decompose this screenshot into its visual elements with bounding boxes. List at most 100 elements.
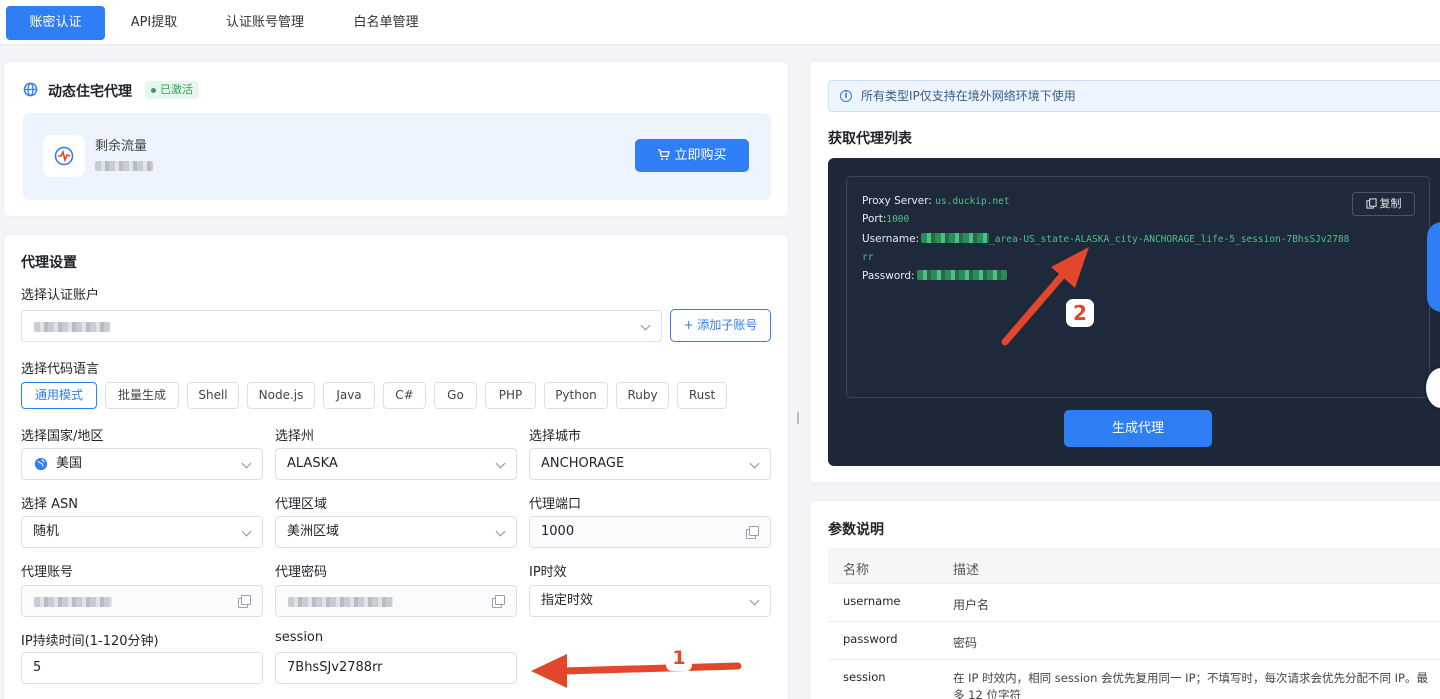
duration-value: 5: [33, 660, 42, 675]
country-value: 美国: [56, 456, 83, 471]
tab-auth-account-manage[interactable]: 认证账号管理: [212, 6, 318, 40]
username-line: Username: _area-US_state-ALASKA_city-ANCH…: [862, 232, 1349, 245]
param-desc: 在 IP 时效内，相同 session 会优先复用同一 IP；不填写时，每次请求…: [953, 671, 1428, 685]
globe-icon: [23, 82, 38, 97]
lang-general[interactable]: 通用模式: [21, 382, 97, 409]
lang-batch[interactable]: 批量生成: [105, 382, 179, 409]
annotation-arrow-2: [1001, 247, 1089, 346]
port-label: 代理端口: [529, 497, 582, 512]
lang-csharp[interactable]: C#: [383, 382, 426, 409]
lang-ruby[interactable]: Ruby: [616, 382, 669, 409]
param-desc: 密码: [953, 636, 978, 650]
lang-shell[interactable]: Shell: [187, 382, 239, 409]
lang-python[interactable]: Python: [544, 382, 608, 409]
state-label: 选择州: [275, 429, 315, 444]
proxy-server-value: us.duckip.net: [935, 196, 1010, 207]
copy-button[interactable]: 复制: [1352, 192, 1415, 216]
asn-label: 选择 ASN: [21, 497, 79, 512]
port-field[interactable]: 1000: [529, 516, 771, 548]
state-select[interactable]: ALASKA: [275, 448, 517, 480]
username-wrap-line: rr: [862, 251, 873, 263]
username-key: Username:: [862, 233, 920, 245]
copy-icon[interactable]: [238, 595, 251, 608]
tab-api-extract[interactable]: API提取: [116, 6, 192, 40]
lang-rust[interactable]: Rust: [677, 382, 727, 409]
param-name: username: [843, 594, 901, 608]
proxy-account-field[interactable]: [21, 585, 263, 617]
lang-java[interactable]: Java: [323, 382, 375, 409]
params-title: 参数说明: [828, 522, 884, 538]
account-select-label: 选择认证账户: [21, 288, 100, 303]
username-redacted: [921, 233, 990, 243]
proxy-output-panel: 复制 Proxy Server: us.duckip.net Port:1000…: [828, 158, 1440, 466]
status-badge-text: 已激活: [160, 83, 193, 96]
tab-whitelist-manage[interactable]: 白名单管理: [340, 6, 432, 40]
proxy-password-label: 代理密码: [275, 565, 328, 580]
duration-input[interactable]: 5: [21, 652, 263, 684]
copy-button-label: 复制: [1379, 197, 1402, 210]
lang-nodejs[interactable]: Node.js: [247, 382, 315, 409]
lang-go[interactable]: Go: [434, 382, 477, 409]
chevron-down-icon: [241, 526, 252, 537]
code-language-label: 选择代码语言: [21, 362, 100, 377]
state-value: ALASKA: [287, 456, 338, 471]
ip-mode-value: 指定时效: [541, 593, 594, 608]
cart-icon: [658, 149, 671, 161]
port-value: 1000: [541, 524, 575, 539]
table-row: session 在 IP 时效内，相同 session 会优先复用同一 IP；不…: [828, 660, 1440, 699]
params-table-header: 名称 描述: [828, 548, 1440, 584]
session-value: 7BhsSJv2788rr: [287, 660, 383, 675]
param-desc: 用户名: [953, 598, 990, 612]
proxy-password-redacted: [288, 597, 393, 607]
generate-proxy-button[interactable]: 生成代理: [1064, 410, 1212, 447]
username-wrap: rr: [862, 252, 874, 263]
annotation-number-2: 2: [1066, 299, 1094, 327]
asn-value: 随机: [33, 524, 60, 539]
param-desc-wrap: 多 12 位字符: [953, 688, 1021, 699]
copy-icon[interactable]: [492, 595, 505, 608]
password-line: Password:: [862, 269, 1007, 282]
info-notice-text: 所有类型IP仅支持在境外网络环境下使用: [861, 89, 1076, 103]
header-desc: 描述: [953, 563, 980, 578]
region-value: 美洲区域: [287, 524, 340, 539]
pulse-icon: [54, 146, 74, 166]
password-redacted: [916, 270, 1007, 280]
buy-now-button[interactable]: 立即购买: [635, 139, 749, 172]
country-select[interactable]: 美国: [21, 448, 263, 480]
tab-password-auth[interactable]: 账密认证: [6, 6, 105, 40]
chevron-down-icon: [749, 595, 760, 606]
session-label: session: [275, 630, 324, 645]
proxy-password-field[interactable]: [275, 585, 517, 617]
session-input[interactable]: 7BhsSJv2788rr: [275, 652, 517, 684]
floating-widget[interactable]: [1427, 222, 1440, 312]
copy-icon: [1365, 198, 1377, 209]
settings-title: 代理设置: [21, 255, 77, 271]
header-name: 名称: [843, 563, 870, 578]
buy-now-label: 立即购买: [674, 148, 727, 163]
proxy-server-line: Proxy Server: us.duckip.net: [862, 195, 1010, 207]
globe-icon: [34, 457, 48, 471]
table-row: password 密码: [828, 622, 1440, 660]
asn-select[interactable]: 随机: [21, 516, 263, 548]
city-label: 选择城市: [529, 429, 582, 444]
proxy-list-title: 获取代理列表: [828, 131, 912, 147]
add-sub-account-button[interactable]: + 添加子账号: [670, 309, 771, 342]
annotation-number-1: 1: [666, 645, 692, 671]
proxy-account-redacted: [34, 597, 112, 607]
lang-php[interactable]: PHP: [485, 382, 536, 409]
splitter-handle[interactable]: [797, 412, 799, 424]
copy-icon[interactable]: [746, 526, 759, 539]
port-line-value: 1000: [886, 214, 910, 225]
city-select[interactable]: ANCHORAGE: [529, 448, 771, 480]
info-notice: i 所有类型IP仅支持在境外网络环境下使用: [828, 80, 1440, 112]
region-select[interactable]: 美洲区域: [275, 516, 517, 548]
ip-mode-label: IP时效: [529, 565, 567, 580]
auth-account-select[interactable]: [21, 310, 662, 342]
chevron-down-icon: [241, 458, 252, 469]
ip-mode-select[interactable]: 指定时效: [529, 585, 771, 617]
city-value: ANCHORAGE: [541, 456, 625, 471]
account-value-redacted: [34, 322, 110, 332]
product-title: 动态住宅代理: [48, 84, 132, 100]
product-card: 动态住宅代理 已激活 剩余流量 立即购买: [3, 61, 789, 217]
chevron-down-icon: [640, 320, 651, 331]
